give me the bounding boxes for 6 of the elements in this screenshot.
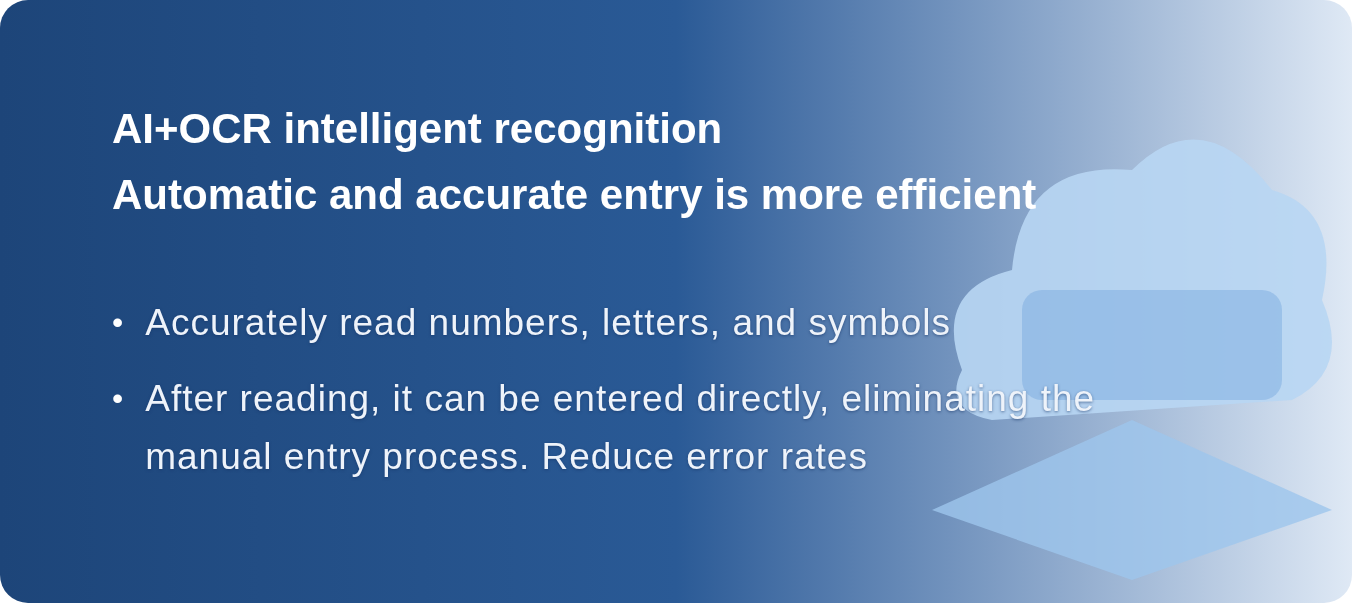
banner-title: AI+OCR intelligent recognition: [112, 104, 724, 154]
bullet-text: Accurately read numbers, letters, and symbols: [145, 301, 952, 345]
banner-title: Automatic and accurate entry is more efficient: [112, 170, 1038, 220]
bullet-marker: •: [112, 379, 124, 418]
bullet-text: After reading, it can be entered directly, eliminating the manual entry process. Reduce error rates: [145, 377, 1097, 479]
bullet-marker: •: [112, 303, 124, 342]
